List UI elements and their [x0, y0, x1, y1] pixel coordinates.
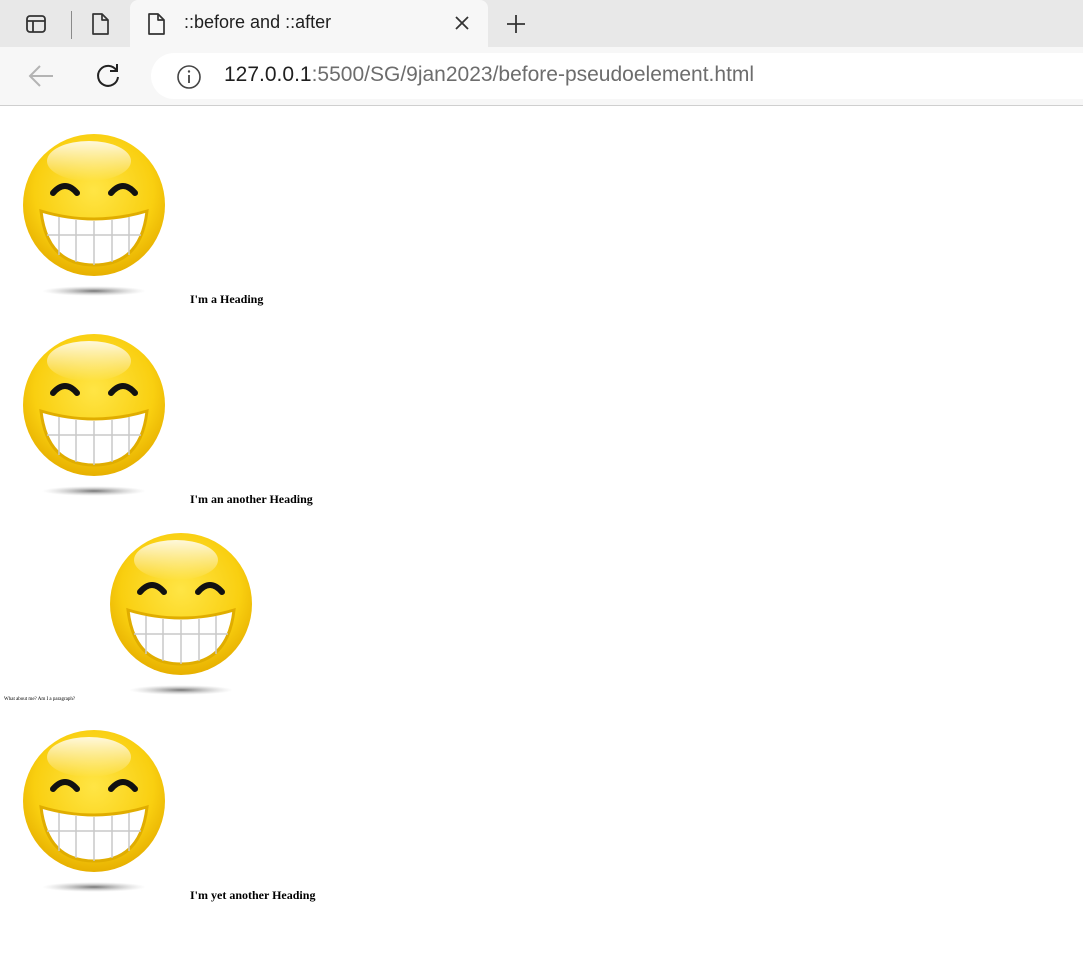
- page-icon: [92, 13, 109, 35]
- close-icon[interactable]: [452, 13, 472, 33]
- url-host: 127.0.0.1: [224, 63, 312, 86]
- tab-actions-icon: [26, 15, 46, 33]
- plus-icon: [507, 15, 525, 33]
- back-arrow-icon[interactable]: [25, 60, 57, 92]
- smiley-image: [19, 727, 169, 897]
- tab-title: ::before and ::after: [184, 12, 332, 32]
- page-icon: [148, 13, 165, 35]
- browser-toolbar: 127.0.0.1:5500/SG/9jan2023/before-pseudo…: [0, 47, 1083, 106]
- heading-1: I'm a Heading: [190, 292, 264, 306]
- tab-actions-button[interactable]: [20, 8, 52, 40]
- smiley-image: [106, 530, 256, 700]
- url-text[interactable]: 127.0.0.1:5500/SG/9jan2023/before-pseudo…: [224, 63, 754, 87]
- tab-strip-divider: [71, 11, 72, 39]
- page-content: I'm a Heading I'm an another Heading Wha…: [0, 106, 1083, 964]
- reload-icon[interactable]: [92, 60, 124, 92]
- heading-3: I'm yet another Heading: [190, 888, 316, 902]
- pinned-tab[interactable]: [84, 8, 116, 40]
- smiley-image: [19, 131, 169, 301]
- active-tab[interactable]: ::before and ::after: [130, 0, 488, 47]
- heading-2: I'm an another Heading: [190, 492, 313, 506]
- address-bar[interactable]: 127.0.0.1:5500/SG/9jan2023/before-pseudo…: [151, 53, 1083, 99]
- paragraph: What about me? Am I a paragraph?: [4, 697, 76, 702]
- new-tab-button[interactable]: [500, 8, 532, 40]
- smiley-image: [19, 331, 169, 501]
- tab-strip: ::before and ::after: [0, 0, 1083, 47]
- url-path: :5500/SG/9jan2023/before-pseudoelement.h…: [311, 63, 755, 86]
- info-icon[interactable]: [176, 64, 202, 90]
